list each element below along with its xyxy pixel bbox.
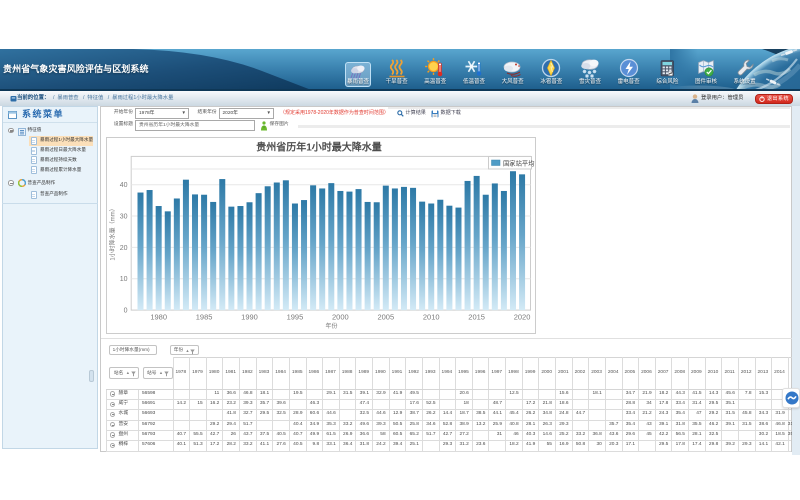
svg-text:30: 30 <box>120 213 128 220</box>
svg-text:1995: 1995 <box>287 312 304 321</box>
svg-text:年份: 年份 <box>325 322 337 330</box>
svg-text:2005: 2005 <box>377 312 394 321</box>
svg-text:10: 10 <box>120 276 128 283</box>
svg-text:40: 40 <box>120 182 128 189</box>
svg-text:2020: 2020 <box>514 312 531 321</box>
svg-text:国家站平均: 国家站平均 <box>503 158 534 167</box>
svg-text:1小时降水量（mm）: 1小时降水量（mm） <box>109 205 117 260</box>
svg-text:1990: 1990 <box>241 312 258 321</box>
svg-text:2010: 2010 <box>423 312 440 321</box>
svg-text:1985: 1985 <box>196 312 213 321</box>
svg-text:贵州省历年1小时最大降水量: 贵州省历年1小时最大降水量 <box>256 140 382 153</box>
svg-text:20: 20 <box>120 244 128 251</box>
svg-text:2000: 2000 <box>332 312 349 321</box>
svg-text:1980: 1980 <box>150 312 167 321</box>
svg-text:2015: 2015 <box>468 312 485 321</box>
svg-text:0: 0 <box>124 307 128 314</box>
